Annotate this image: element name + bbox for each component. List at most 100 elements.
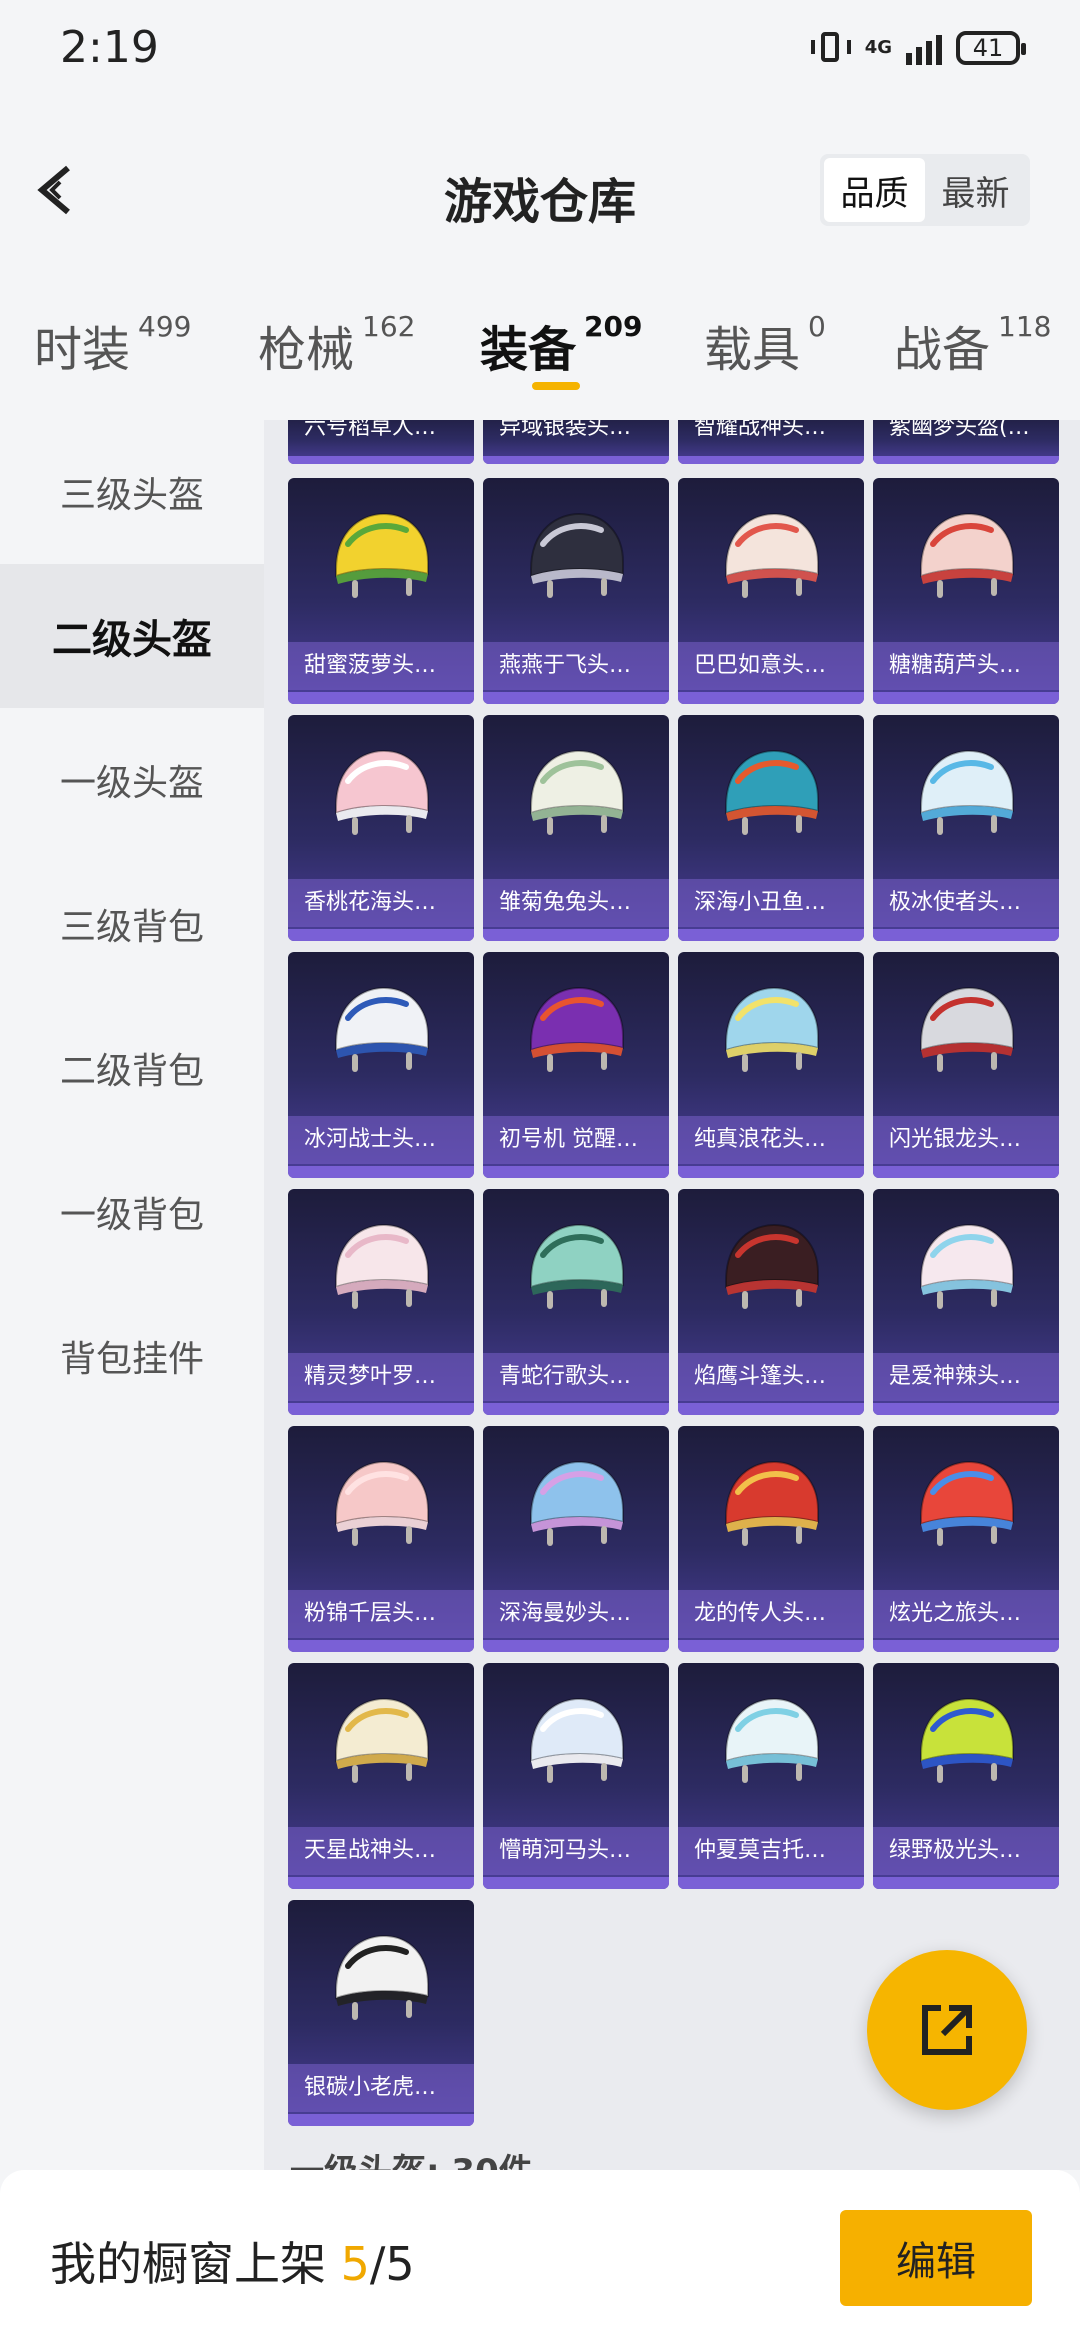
card-footer-bar xyxy=(483,929,669,941)
item-name: 异域银装头… xyxy=(499,420,632,440)
helmet-icon xyxy=(920,986,1014,1072)
card-footer-bar xyxy=(483,456,669,464)
item-card[interactable]: 冰河战士头… xyxy=(288,952,474,1178)
item-card[interactable]: 巴巴如意头… xyxy=(678,478,864,704)
showcase-bar: 我的橱窗上架 5/5 编辑 xyxy=(0,2170,1080,2340)
item-card[interactable]: 深海曼妙头… xyxy=(483,1426,669,1652)
helmet-icon xyxy=(725,1223,819,1309)
item-card[interactable]: 青蛇行歌头… xyxy=(483,1189,669,1415)
tab-count: 499 xyxy=(138,310,192,343)
item-card[interactable]: 纯真浪花头… xyxy=(678,952,864,1178)
item-name: 天星战神头… xyxy=(288,1827,474,1875)
vibrate-icon xyxy=(810,28,851,68)
card-footer-bar xyxy=(288,456,474,464)
card-footer-bar xyxy=(678,1877,864,1889)
item-card[interactable]: 懵萌河马头… xyxy=(483,1663,669,1889)
sidebar-item-level3-backpack[interactable]: 三级背包 xyxy=(0,852,264,996)
item-card[interactable]: 龙的传人头… xyxy=(678,1426,864,1652)
sidebar-item-level3-helmet[interactable]: 三级头盔 xyxy=(0,420,264,564)
sidebar-item-level1-helmet[interactable]: 一级头盔 xyxy=(0,708,264,852)
item-card[interactable]: 异域银装头… xyxy=(483,420,669,464)
item-card[interactable]: 初号机 觉醒… xyxy=(483,952,669,1178)
item-card[interactable]: 是爱神辣头… xyxy=(873,1189,1059,1415)
item-card[interactable]: 深海小丑鱼… xyxy=(678,715,864,941)
item-card[interactable]: 香桃花海头… xyxy=(288,715,474,941)
card-footer-bar xyxy=(873,692,1059,704)
item-name: 绿野极光头… xyxy=(873,1827,1059,1875)
card-footer-bar xyxy=(873,456,1059,464)
sidebar-item-label: 二级头盔 xyxy=(52,617,212,663)
tab-battle-gear[interactable]: 战备 118 xyxy=(894,310,1051,380)
item-card[interactable]: 糖糖葫芦头… xyxy=(873,478,1059,704)
tab-vehicles[interactable]: 载具 0 xyxy=(704,310,826,380)
card-footer-bar xyxy=(483,692,669,704)
showcase-status: 我的橱窗上架 5/5 xyxy=(50,2228,415,2294)
item-name: 智耀战神头… xyxy=(694,420,827,440)
item-card[interactable]: 六号稻草人… xyxy=(288,420,474,464)
item-card[interactable]: 粉锦千层头… xyxy=(288,1426,474,1652)
tab-label: 战备 xyxy=(894,322,991,378)
item-name: 是爱神辣头… xyxy=(873,1353,1059,1401)
item-grid-panel[interactable]: 六号稻草人… 异域银装头… 智耀战神头… 紫幽梦头盔(… 甜蜜菠萝头… 燕燕于飞头… 巴巴如… xyxy=(264,420,1080,2170)
item-name: 糖糖葫芦头… xyxy=(873,642,1059,690)
card-footer-bar xyxy=(483,1877,669,1889)
edit-button[interactable]: 编辑 xyxy=(840,2210,1032,2306)
tab-label: 枪械 xyxy=(258,322,355,378)
item-card[interactable]: 仲夏莫吉托… xyxy=(678,1663,864,1889)
item-card[interactable]: 闪光银龙头… xyxy=(873,952,1059,1178)
showcase-current-count: 5 xyxy=(340,2237,370,2291)
showcase-separator: / xyxy=(369,2237,386,2291)
helmet-icon xyxy=(335,1934,429,2020)
tab-guns[interactable]: 枪械 162 xyxy=(258,310,415,380)
item-card[interactable]: 焰鹰斗篷头… xyxy=(678,1189,864,1415)
card-footer-bar xyxy=(873,1877,1059,1889)
helmet-icon xyxy=(530,986,624,1072)
item-card[interactable]: 天星战神头… xyxy=(288,1663,474,1889)
share-button[interactable] xyxy=(867,1950,1027,2110)
item-name: 粉锦千层头… xyxy=(288,1590,474,1638)
item-card[interactable]: 紫幽梦头盔(… xyxy=(873,420,1059,464)
item-name: 冰河战士头… xyxy=(288,1116,474,1164)
tab-label: 载具 xyxy=(704,322,801,378)
item-card[interactable]: 绿野极光头… xyxy=(873,1663,1059,1889)
sort-newest-option[interactable]: 最新 xyxy=(925,158,1026,222)
sidebar-item-label: 背包挂件 xyxy=(59,1339,204,1380)
item-card[interactable]: 银碳小老虎… xyxy=(288,1900,474,2126)
sidebar-item-level2-backpack[interactable]: 二级背包 xyxy=(0,996,264,1140)
item-name: 闪光银龙头… xyxy=(873,1116,1059,1164)
card-footer-bar xyxy=(873,1403,1059,1415)
helmet-icon xyxy=(920,749,1014,835)
status-icons: 4G 41 xyxy=(810,28,1026,68)
helmet-icon xyxy=(335,1223,429,1309)
item-card[interactable]: 炫光之旅头… xyxy=(873,1426,1059,1652)
sidebar-item-level2-helmet[interactable]: 二级头盔 xyxy=(0,564,264,708)
card-footer-bar xyxy=(873,1640,1059,1652)
item-card[interactable]: 雏菊兔兔头… xyxy=(483,715,669,941)
tab-equipment[interactable]: 装备 209 xyxy=(480,310,642,380)
item-card[interactable]: 智耀战神头… xyxy=(678,420,864,464)
helmet-icon xyxy=(920,512,1014,598)
card-footer-bar xyxy=(288,2114,474,2126)
item-name: 紫幽梦头盔(… xyxy=(889,420,1030,440)
item-name: 深海小丑鱼… xyxy=(678,879,864,927)
card-footer-bar xyxy=(288,692,474,704)
card-footer-bar xyxy=(678,692,864,704)
tab-fashion[interactable]: 时装 499 xyxy=(34,310,191,380)
item-card[interactable]: 极冰使者头… xyxy=(873,715,1059,941)
battery-icon: 41 xyxy=(956,31,1026,65)
sort-quality-option[interactable]: 品质 xyxy=(824,158,925,222)
item-card[interactable]: 精灵梦叶罗… xyxy=(288,1189,474,1415)
sidebar-item-level1-backpack[interactable]: 一级背包 xyxy=(0,1140,264,1284)
helmet-icon xyxy=(725,1697,819,1783)
card-footer-bar xyxy=(288,1166,474,1178)
card-footer-bar xyxy=(873,1166,1059,1178)
signal-icon xyxy=(906,31,942,65)
external-link-icon xyxy=(922,2005,972,2055)
sidebar-item-backpack-charm[interactable]: 背包挂件 xyxy=(0,1284,264,1428)
helmet-icon xyxy=(530,749,624,835)
item-card[interactable]: 甜蜜菠萝头… xyxy=(288,478,474,704)
helmet-icon xyxy=(725,512,819,598)
item-card[interactable]: 燕燕于飞头… xyxy=(483,478,669,704)
sidebar-item-label: 三级头盔 xyxy=(59,475,204,516)
card-footer-bar xyxy=(483,1640,669,1652)
